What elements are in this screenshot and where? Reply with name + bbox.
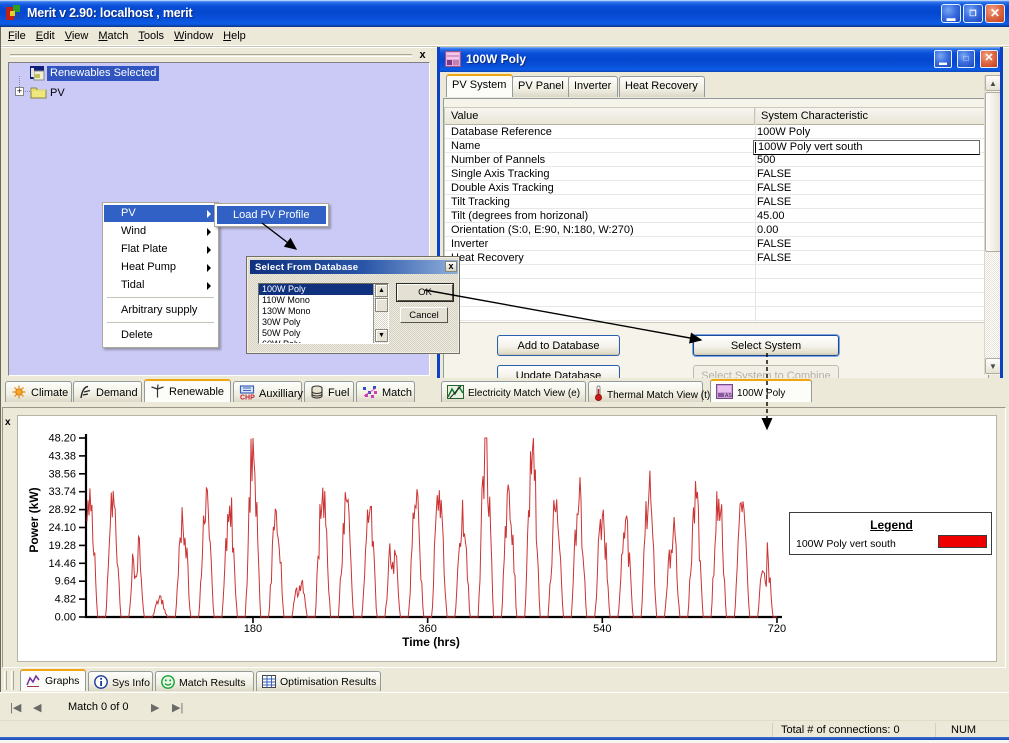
svg-text:Time (hrs): Time (hrs) <box>402 635 460 649</box>
svg-text:33.74: 33.74 <box>48 486 76 498</box>
svg-text:Power (kW): Power (kW) <box>27 487 41 552</box>
svg-text:180: 180 <box>244 623 262 635</box>
svg-text:360: 360 <box>418 623 436 635</box>
svg-text:19.28: 19.28 <box>48 540 76 552</box>
svg-text:540: 540 <box>593 623 611 635</box>
svg-text:43.38: 43.38 <box>48 450 76 462</box>
svg-text:14.46: 14.46 <box>48 558 76 570</box>
svg-text:28.92: 28.92 <box>48 504 76 516</box>
svg-text:4.82: 4.82 <box>55 594 76 606</box>
svg-text:ASb: ASb <box>725 393 733 399</box>
svg-text:0.00: 0.00 <box>55 612 76 624</box>
svg-text:720: 720 <box>768 623 786 635</box>
svg-text:24.10: 24.10 <box>48 522 76 534</box>
svg-text:9.64: 9.64 <box>55 576 76 588</box>
svg-text:CHP: CHP <box>240 395 255 401</box>
svg-text:38.56: 38.56 <box>48 468 76 480</box>
svg-text:48.20: 48.20 <box>48 433 76 445</box>
